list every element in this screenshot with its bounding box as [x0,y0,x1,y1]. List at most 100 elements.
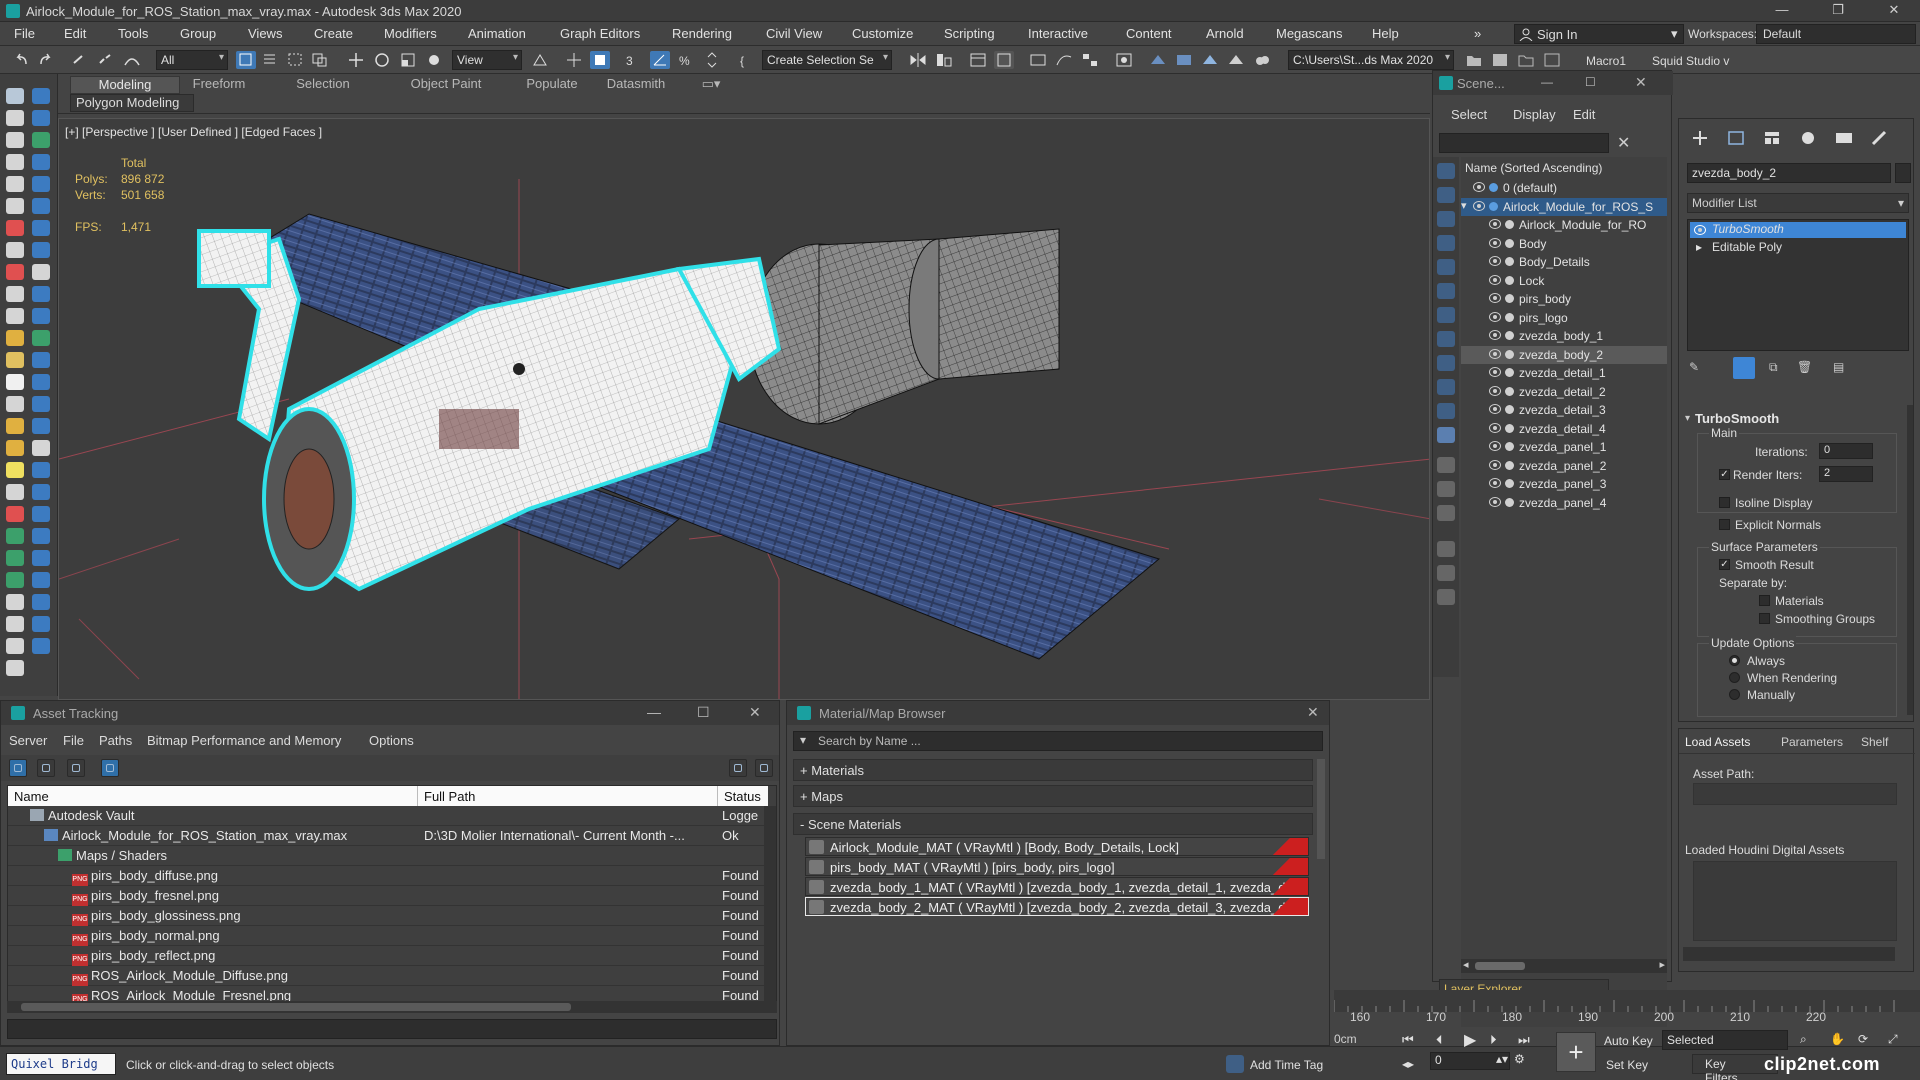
thumbnail-view-icon[interactable] [67,759,85,777]
tool-8-icon[interactable] [32,176,50,192]
ribbon-tab-datasmith[interactable]: Datasmith [596,76,676,94]
scene-tree-row[interactable]: zvezda_panel_3 [1461,475,1667,493]
explicit-normals-checkbox[interactable] [1719,519,1730,530]
object-icon[interactable] [1505,312,1514,322]
menu-edit[interactable]: Edit [64,26,86,44]
object-icon[interactable] [1505,479,1514,488]
filter-containers-icon[interactable] [1437,379,1455,395]
tool-31-icon[interactable] [6,440,24,456]
asset-table-row[interactable]: PNG pirs_body_diffuse.png Found [8,866,764,886]
sign-in-dropdown[interactable]: Sign In ▾ [1514,24,1684,44]
visibility-eye-icon[interactable] [1473,182,1485,192]
object-icon[interactable] [1505,257,1514,266]
scene-tree-row[interactable]: zvezda_detail_2 [1461,383,1667,401]
scene-tree-row[interactable]: ▾ Airlock_Module_for_ROS_S [1461,197,1667,216]
asset-table-row[interactable]: PNG pirs_body_reflect.png Found [8,946,764,966]
scene-tree-row[interactable]: pirs_body [1461,290,1667,308]
macro-button[interactable]: Macro1 [1586,54,1626,68]
reference-coordinate-select[interactable]: View [452,50,522,70]
project-folder-icon[interactable] [1464,51,1484,69]
scale-icon[interactable] [398,51,418,69]
visibility-eye-icon[interactable] [1489,478,1501,488]
tool-26-icon[interactable] [32,374,50,390]
menu-file[interactable]: File [14,26,35,44]
configure-modifier-sets-icon[interactable]: ▤ [1833,360,1844,374]
asset-menu-paths[interactable]: Paths [99,733,132,748]
tool-20-icon[interactable] [32,308,50,324]
tool-47-icon[interactable] [6,616,24,632]
menu-views[interactable]: Views [248,26,282,44]
visibility-eye-icon[interactable] [1489,256,1501,266]
expand-arrow-icon[interactable]: ▸ [1696,240,1702,254]
tool-45-icon[interactable] [6,594,24,610]
tool-11-icon[interactable] [6,220,24,236]
scene-menu-select[interactable]: Select [1451,107,1487,122]
houdini-tab-parameters[interactable]: Parameters [1781,735,1843,749]
tool-39-icon[interactable] [6,528,24,544]
expand-arrow-icon[interactable]: ▾ [1461,199,1467,212]
tool-14-icon[interactable] [32,242,50,258]
asset-horizontal-scrollbar[interactable] [7,1001,777,1013]
section-materials[interactable]: + Materials [793,759,1313,781]
filter-none-icon[interactable] [1437,481,1455,497]
tool-5-icon[interactable] [6,154,24,170]
object-icon[interactable] [1505,238,1514,248]
tool-37-icon[interactable] [6,506,24,522]
houdini-tab-shelf[interactable]: Shelf [1861,735,1888,749]
houdini-horizontal-scrollbar[interactable] [1683,947,1895,961]
visibility-eye-icon[interactable] [1473,200,1485,211]
close-button[interactable]: ✕ [1876,2,1912,20]
place-icon[interactable] [424,51,444,69]
ribbon-tool-icon[interactable] [32,88,50,104]
tool-17-icon[interactable] [6,286,24,302]
update-when-rendering-radio[interactable] [1729,672,1740,683]
tool-33-icon[interactable] [6,462,24,478]
menu-help[interactable]: Help [1372,26,1399,44]
save-project-icon[interactable] [1490,51,1510,69]
tool-23-icon[interactable] [6,352,24,368]
menu-graph-editors[interactable]: Graph Editors [560,26,640,44]
loaded-assets-list[interactable] [1693,861,1897,941]
tool-48-icon[interactable] [32,616,50,632]
pin-stack-icon[interactable]: ✎ [1689,360,1699,374]
filter-bones-icon[interactable] [1437,355,1455,371]
selection-set-select[interactable]: Selected [1662,1030,1788,1050]
schematic-view-icon[interactable] [1080,51,1100,69]
spinner-snap-icon[interactable] [702,51,722,69]
asset-table-row[interactable]: Autodesk Vault Logge [8,806,764,826]
visibility-eye-icon[interactable] [1489,367,1501,377]
scene-explorer-titlebar[interactable]: Scene... — ☐ ✕ [1433,71,1673,95]
scene-close-button[interactable]: ✕ [1635,74,1647,91]
previous-frame-icon[interactable]: ⏴ [1436,1032,1443,1048]
ribbon-options-icon[interactable]: ▭▾ [696,76,726,94]
maximize-viewport-icon[interactable]: ⤢ [1888,1032,1898,1047]
time-tag-icon[interactable] [1226,1055,1244,1073]
frame-spinner-icon[interactable]: ▴▾ [1496,1052,1508,1066]
object-icon[interactable] [1505,442,1514,451]
ribbon-tab-object-paint[interactable]: Object Paint [396,76,496,94]
filter-helpers-icon[interactable] [1437,259,1455,275]
scene-tree-row[interactable]: zvezda_detail_4 [1461,420,1667,438]
filter-xrefs-icon[interactable] [1437,331,1455,347]
search-options-icon[interactable]: ▾ [800,733,806,747]
unlink-icon[interactable] [96,51,116,69]
object-icon[interactable] [1505,331,1514,340]
filter-options-icon[interactable] [1437,589,1455,605]
add-time-tag-button[interactable]: Add Time Tag [1250,1058,1323,1072]
tool-46-icon[interactable] [32,594,50,610]
list-view-icon[interactable] [37,759,55,777]
scene-tree-row[interactable]: Body [1461,235,1667,253]
menu-modifiers[interactable]: Modifiers [384,26,437,44]
houdini-tab-load-assets[interactable]: Load Assets [1685,735,1750,749]
filter-lights-icon[interactable] [1437,211,1455,227]
tool-21-icon[interactable] [6,330,24,346]
scene-restore-button[interactable]: ☐ [1585,75,1596,89]
tool-4-icon[interactable] [32,132,50,148]
render-iterative-icon[interactable] [1226,51,1246,69]
object-icon[interactable] [1505,220,1514,229]
isoline-display-checkbox[interactable] [1719,497,1730,508]
tool-27-icon[interactable] [6,396,24,412]
filter-spacewarps-icon[interactable] [1437,283,1455,299]
material-browser-scrollbar[interactable] [1317,759,1325,859]
asset-menu-options[interactable]: Options [369,733,414,748]
